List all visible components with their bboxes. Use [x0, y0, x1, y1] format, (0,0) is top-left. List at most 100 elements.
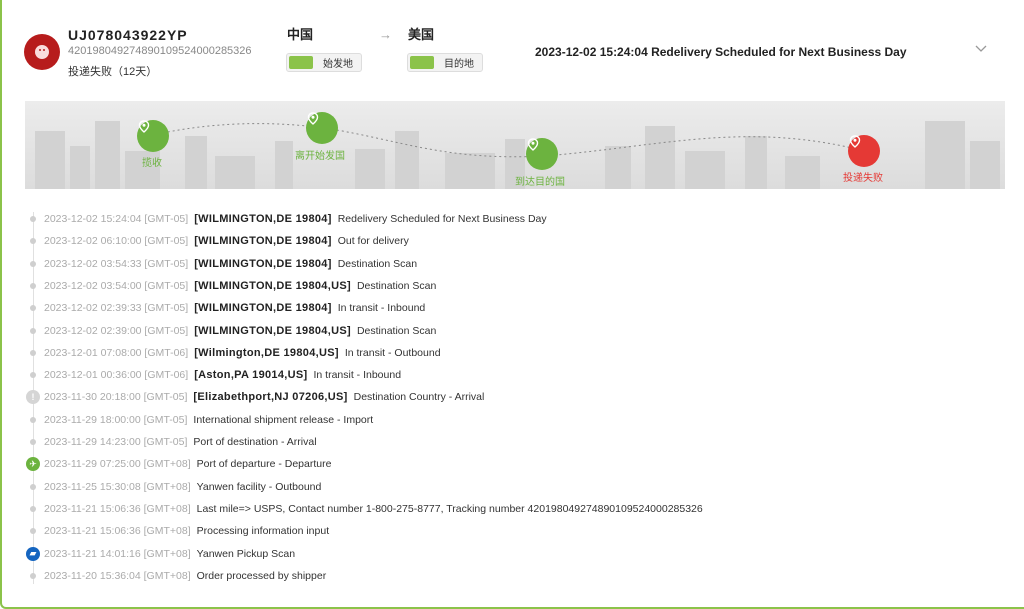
- event-row: 2023-12-01 07:08:00 [GMT-06] [Wilmington,…: [26, 344, 441, 362]
- timeline-dot-icon: [26, 349, 40, 356]
- event-row: 2023-11-20 15:36:04 [GMT+08] Order proces…: [26, 567, 326, 585]
- origin-chip: 始发地: [286, 53, 362, 72]
- event-time: 2023-11-29 14:23:00 [GMT-05]: [44, 436, 188, 448]
- event-time: 2023-11-29 18:00:00 [GMT-05]: [44, 413, 188, 426]
- delivery-failed-node-icon: [848, 135, 880, 167]
- event-description: Last mile=> USPS, Contact number 1-800-2…: [196, 502, 703, 515]
- location-pin-icon: [849, 135, 861, 148]
- location-pin-icon: [138, 120, 150, 133]
- event-time: 2023-11-21 14:01:16 [GMT+08]: [44, 547, 191, 560]
- location-pin-icon: [307, 112, 319, 125]
- origin-chip-label: 始发地: [323, 59, 353, 70]
- event-time: 2023-11-21 15:06:36 [GMT+08]: [44, 502, 191, 515]
- event-location: [Wilmington,DE 19804,US]: [194, 346, 339, 359]
- flag-icon: [289, 56, 313, 69]
- event-description: In transit - Inbound: [337, 302, 426, 315]
- event-description: Processing information input: [196, 525, 330, 538]
- event-row: 2023-11-21 15:06:36 [GMT+08] Last mile=> …: [26, 500, 703, 518]
- event-location: [WILMINGTON,DE 19804]: [194, 235, 332, 248]
- progress-label: 离开始发国: [295, 151, 345, 162]
- timeline-dot-icon: [26, 260, 40, 267]
- event-description: Destination Scan: [337, 257, 418, 270]
- event-row: ▰ 2023-11-21 14:01:16 [GMT+08] Yanwen Pick…: [26, 545, 295, 563]
- location-pin-icon: [527, 138, 539, 151]
- tracking-number: UJ078043922YP: [68, 27, 188, 43]
- timeline-dot-icon: [26, 528, 40, 535]
- event-time: 2023-12-02 03:54:00 [GMT-05]: [44, 279, 189, 292]
- destination-country: 美国: [408, 27, 435, 42]
- event-description: In transit - Inbound: [313, 369, 402, 382]
- event-row: 2023-11-21 15:06:36 [GMT+08] Processing i…: [26, 522, 329, 540]
- timeline-dot-icon: [26, 483, 40, 490]
- event-time: 2023-11-20 15:36:04 [GMT+08]: [44, 569, 191, 582]
- event-row: 2023-12-02 06:10:00 [GMT-05] [WILMINGTON,…: [26, 232, 409, 250]
- event-description: Destination Country - Arrival: [353, 391, 485, 404]
- progress-label: 到达目的国: [515, 177, 565, 188]
- event-location: [Aston,PA 19014,US]: [194, 369, 308, 382]
- event-description: Yanwen facility - Outbound: [196, 480, 322, 493]
- pickup-node-icon: [137, 120, 169, 152]
- truck-icon: ▰: [26, 546, 40, 561]
- destination-chip-label: 目的地: [444, 59, 474, 70]
- event-time: 2023-11-29 07:25:00 [GMT+08]: [44, 458, 191, 471]
- progress-banner: 揽收 离开始发国 到达目的国 投递失败: [25, 101, 1005, 189]
- event-location: [WILMINGTON,DE 19804,US]: [194, 324, 351, 337]
- event-row: 2023-12-01 00:36:00 [GMT-06] [Aston,PA 19…: [26, 366, 401, 384]
- destination-chip: 目的地: [407, 53, 483, 72]
- timeline-dot-icon: [26, 372, 40, 379]
- arrived-destination-node-icon: [526, 138, 558, 170]
- event-row: 2023-11-29 18:00:00 [GMT-05] Internationa…: [26, 411, 373, 429]
- event-row: 2023-12-02 03:54:33 [GMT-05] [WILMINGTON,…: [26, 255, 417, 273]
- event-time: 2023-11-30 20:18:00 [GMT-05]: [44, 391, 188, 404]
- event-description: Destination Scan: [356, 324, 437, 337]
- event-time: 2023-12-02 02:39:00 [GMT-05]: [44, 324, 189, 337]
- event-row: 2023-12-02 02:39:33 [GMT-05] [WILMINGTON,…: [26, 299, 425, 317]
- timeline-dot-icon: [26, 505, 40, 512]
- progress-label: 揽收: [142, 158, 162, 169]
- event-location: [Elizabethport,NJ 07206,US]: [193, 391, 348, 404]
- event-row: ! 2023-11-30 20:18:00 [GMT-05] [Elizabethp…: [26, 388, 484, 406]
- event-row: 2023-12-02 03:54:00 [GMT-05] [WILMINGTON,…: [26, 277, 436, 295]
- event-time: 2023-12-02 03:54:33 [GMT-05]: [44, 257, 189, 270]
- event-location: [WILMINGTON,DE 19804,US]: [194, 279, 351, 292]
- event-description: Yanwen Pickup Scan: [196, 547, 296, 560]
- chevron-down-icon[interactable]: [974, 42, 988, 56]
- event-description: Out for delivery: [337, 235, 409, 248]
- arrow-right-icon: →: [379, 27, 392, 42]
- timeline-dot-icon: [26, 238, 40, 245]
- event-time: 2023-12-02 06:10:00 [GMT-05]: [44, 235, 189, 248]
- latest-event: 2023-12-02 15:24:04 Redelivery Scheduled…: [535, 45, 907, 59]
- event-time: 2023-12-01 07:08:00 [GMT-06]: [44, 346, 189, 359]
- event-row: 2023-11-29 14:23:00 [GMT-05] Port of dest…: [26, 433, 317, 451]
- event-row: 2023-12-02 02:39:00 [GMT-05] [WILMINGTON,…: [26, 322, 436, 340]
- event-description: Destination Scan: [356, 279, 437, 292]
- event-description: In transit - Outbound: [344, 346, 441, 359]
- tracking-number-long: 420198049274890109524000285326: [68, 45, 252, 57]
- departed-origin-node-icon: [306, 112, 338, 144]
- event-time: 2023-12-01 00:36:00 [GMT-06]: [44, 369, 189, 382]
- event-description: Port of departure - Departure: [196, 458, 332, 471]
- event-row: 2023-12-02 15:24:04 [GMT-05] [WILMINGTON,…: [26, 210, 547, 228]
- timeline-dot-icon: [26, 416, 40, 423]
- timeline-dot-icon: [26, 216, 40, 222]
- event-time: 2023-12-02 15:24:04 [GMT-05]: [44, 213, 189, 225]
- event-description: Port of destination - Arrival: [193, 436, 317, 448]
- event-row: ✈ 2023-11-29 07:25:00 [GMT+08] Port of dep…: [26, 455, 331, 473]
- alert-icon: !: [26, 390, 40, 405]
- event-description: International shipment release - Import: [193, 413, 374, 426]
- timeline-dot-icon: [26, 327, 40, 334]
- delivery-status: 投递失败（12天）: [68, 66, 158, 78]
- event-description: Order processed by shipper: [196, 569, 327, 582]
- event-time: 2023-11-25 15:30:08 [GMT+08]: [44, 480, 191, 493]
- timeline-dot-icon: [26, 572, 40, 579]
- event-description: Redelivery Scheduled for Next Business D…: [337, 213, 547, 225]
- event-location: [WILMINGTON,DE 19804]: [194, 302, 332, 315]
- timeline-dot-icon: [26, 282, 40, 289]
- tracking-card: UJ078043922YP 42019804927489010952400028…: [0, 0, 1024, 609]
- event-row: 2023-11-25 15:30:08 [GMT+08] Yanwen facil…: [26, 478, 321, 496]
- timeline-dot-icon: [26, 305, 40, 312]
- event-location: [WILMINGTON,DE 19804]: [194, 213, 332, 225]
- status-avatar-icon: [24, 34, 60, 70]
- timeline-dot-icon: [26, 439, 40, 445]
- origin-country: 中国: [287, 27, 314, 42]
